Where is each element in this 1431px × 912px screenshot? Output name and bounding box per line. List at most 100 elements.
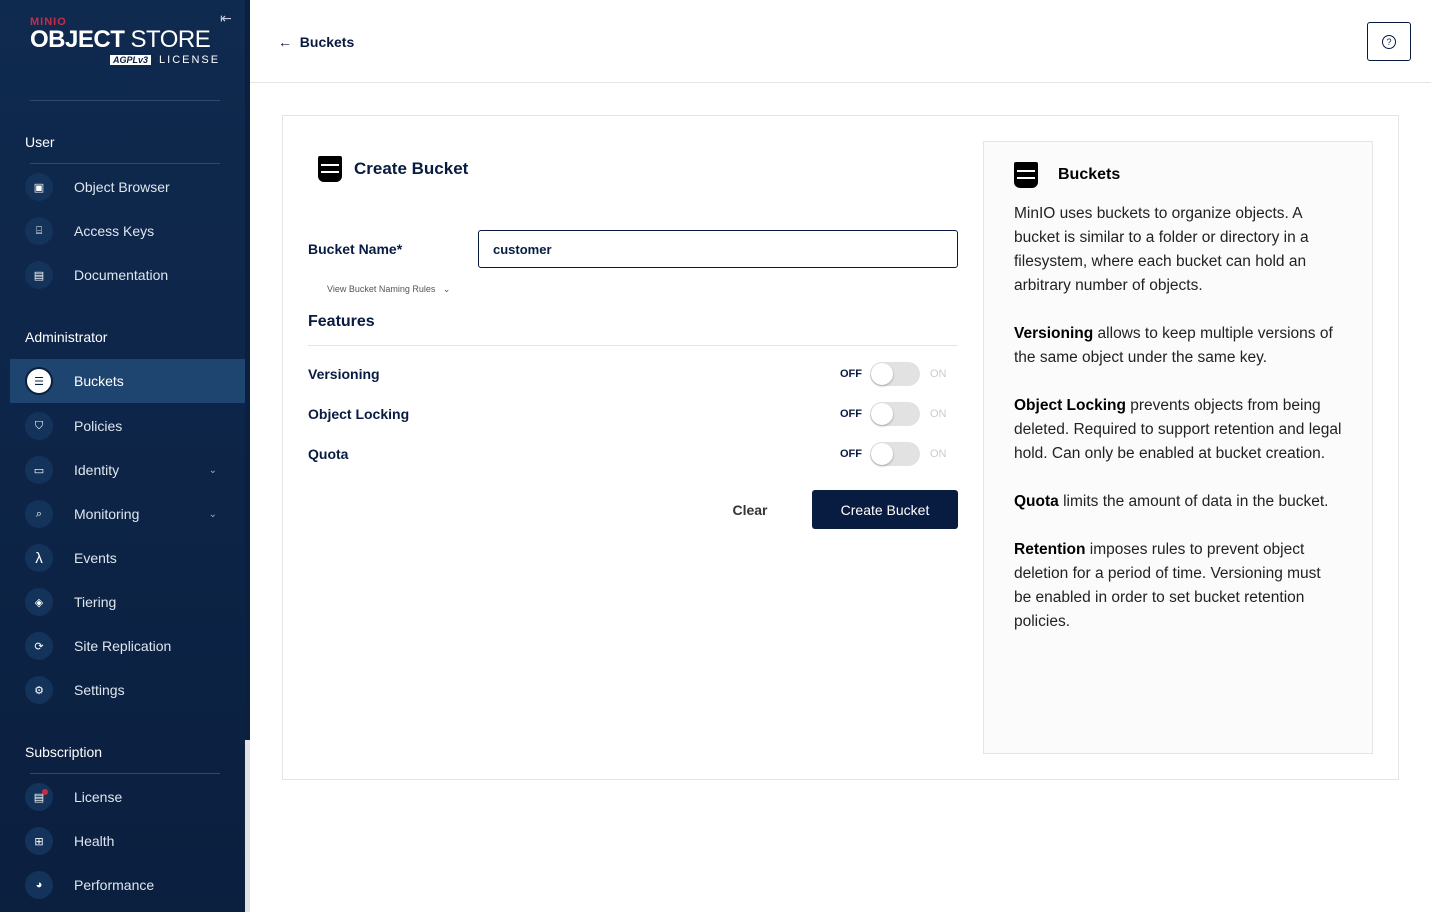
sidebar-item-label: Policies <box>74 418 123 434</box>
section-administrator: Administrator <box>25 329 108 345</box>
sidebar-item-label: Site Replication <box>74 638 172 654</box>
term: Versioning <box>1014 325 1094 342</box>
sidebar-item-label: Performance <box>74 877 155 893</box>
divider <box>30 100 220 101</box>
naming-rules-label: View Bucket Naming Rules <box>327 284 436 294</box>
view-naming-rules-toggle[interactable]: View Bucket Naming Rules ⌄ <box>327 284 450 295</box>
back-to-buckets-link[interactable]: ← Buckets <box>278 34 354 50</box>
off-label: OFF <box>840 368 862 380</box>
magnifier-icon: ⌕ <box>25 500 53 528</box>
sidebar: MINIO OBJECT STORE AGPLv3 LICENSE ⇤ User … <box>0 0 245 912</box>
sidebar-item-license[interactable]: ▤ License <box>10 775 245 819</box>
sidebar-item-label: Access Keys <box>74 223 155 239</box>
logo-store: STORE <box>130 26 211 53</box>
arrow-left-icon: ← <box>278 34 292 50</box>
shield-icon: ⛉ <box>25 412 53 440</box>
sidebar-item-site-replication[interactable]: ⟳ Site Replication <box>10 624 245 668</box>
term: Object Locking <box>1014 397 1126 414</box>
sidebar-item-identity[interactable]: ▭ Identity ⌄ <box>10 448 245 492</box>
key-icon: ⌸ <box>25 217 53 245</box>
sidebar-item-tiering[interactable]: ◈ Tiering <box>10 580 245 624</box>
clear-button[interactable]: Clear <box>710 490 790 529</box>
sidebar-item-access-keys[interactable]: ⌸ Access Keys <box>10 209 245 253</box>
logo-object: OBJECT <box>30 26 125 53</box>
title-text: Create Bucket <box>354 159 469 178</box>
sidebar-item-monitoring[interactable]: ⌕ Monitoring ⌄ <box>10 492 245 536</box>
off-label: OFF <box>840 448 862 460</box>
sidebar-item-settings[interactable]: ⚙ Settings <box>10 668 245 712</box>
sidebar-item-label: Tiering <box>74 594 117 610</box>
help-quota: Quota limits the amount of data in the b… <box>1014 490 1342 514</box>
collapse-sidebar-icon[interactable]: ⇤ <box>220 10 232 27</box>
sidebar-item-object-browser[interactable]: ▣ Object Browser <box>10 165 245 209</box>
help-button[interactable]: ? <box>1367 22 1411 61</box>
on-label: ON <box>930 368 947 380</box>
sidebar-item-label: Health <box>74 833 115 849</box>
divider <box>30 773 220 774</box>
sidebar-item-performance[interactable]: ◕ Performance <box>10 863 245 907</box>
help-icon: ? <box>1382 34 1396 49</box>
on-label: ON <box>930 448 947 460</box>
bucket-icon: ☰ <box>25 367 53 395</box>
back-label: Buckets <box>299 34 355 50</box>
sidebar-item-label: License <box>74 789 123 805</box>
features-heading: Features <box>308 313 375 330</box>
sidebar-item-label: Identity <box>74 462 120 478</box>
id-card-icon: ▭ <box>25 456 53 484</box>
sidebar-item-health[interactable]: ⊞ Health <box>10 819 245 863</box>
top-bar: ← Buckets ? <box>250 0 1431 83</box>
gauge-icon: ◕ <box>25 871 53 899</box>
chevron-down-icon[interactable]: ⌄ <box>209 509 217 520</box>
sidebar-item-buckets[interactable]: ☰ Buckets <box>10 359 245 403</box>
chevron-down-icon[interactable]: ⌄ <box>209 465 217 476</box>
on-label: ON <box>930 408 947 420</box>
scrollbar-track <box>245 740 250 912</box>
divider <box>308 345 958 346</box>
help-object-locking: Object Locking prevents objects from bei… <box>1014 394 1342 466</box>
help-retention: Retention imposes rules to prevent objec… <box>1014 538 1342 634</box>
help-panel: Buckets MinIO uses buckets to organize o… <box>983 141 1373 754</box>
sidebar-item-label: Events <box>74 550 117 566</box>
help-versioning: Versioning allows to keep multiple versi… <box>1014 322 1342 370</box>
health-icon: ⊞ <box>25 827 53 855</box>
term: Quota <box>1014 493 1059 510</box>
sidebar-item-documentation[interactable]: ▤ Documentation <box>10 253 245 297</box>
versioning-label: Versioning <box>308 366 380 382</box>
bucket-name-input[interactable] <box>478 230 958 268</box>
term: Retention <box>1014 541 1086 558</box>
quota-label: Quota <box>308 446 349 462</box>
logo-license: LICENSE <box>159 54 221 66</box>
page-title: Create Bucket <box>318 156 468 182</box>
bucket-icon <box>1014 162 1038 188</box>
sidebar-item-label: Buckets <box>74 373 124 389</box>
license-icon: ▤ <box>25 783 53 811</box>
sidebar-item-label: Monitoring <box>74 506 140 522</box>
switch[interactable] <box>870 402 920 426</box>
bucket-icon <box>318 156 342 182</box>
bucket-name-label: Bucket Name* <box>308 241 403 257</box>
object-locking-toggle[interactable]: OFF ON <box>840 402 947 426</box>
chevron-down-icon: ⌄ <box>442 284 451 294</box>
gear-icon: ⚙ <box>25 676 53 704</box>
switch[interactable] <box>870 442 920 466</box>
sidebar-item-policies[interactable]: ⛉ Policies <box>10 404 245 448</box>
quota-toggle[interactable]: OFF ON <box>840 442 947 466</box>
sidebar-scrollbar[interactable] <box>245 0 250 740</box>
agpl-logo: AGPLv3 <box>110 55 152 65</box>
sidebar-item-label: Documentation <box>74 267 169 283</box>
help-intro: MinIO uses buckets to organize objects. … <box>1014 205 1309 294</box>
object-browser-icon: ▣ <box>25 173 53 201</box>
document-icon: ▤ <box>25 261 53 289</box>
versioning-toggle[interactable]: OFF ON <box>840 362 947 386</box>
description: limits the amount of data in the bucket. <box>1058 493 1329 510</box>
off-label: OFF <box>840 408 862 420</box>
switch[interactable] <box>870 362 920 386</box>
divider <box>30 163 220 164</box>
sidebar-item-label: Object Browser <box>74 179 170 195</box>
section-subscription: Subscription <box>25 744 103 760</box>
section-user: User <box>25 134 55 150</box>
sidebar-item-events[interactable]: λ Events <box>10 536 245 580</box>
sync-icon: ⟳ <box>25 632 53 660</box>
minio-logo: MINIO OBJECT STORE AGPLv3 LICENSE <box>30 16 220 66</box>
create-bucket-button[interactable]: Create Bucket <box>812 490 958 529</box>
